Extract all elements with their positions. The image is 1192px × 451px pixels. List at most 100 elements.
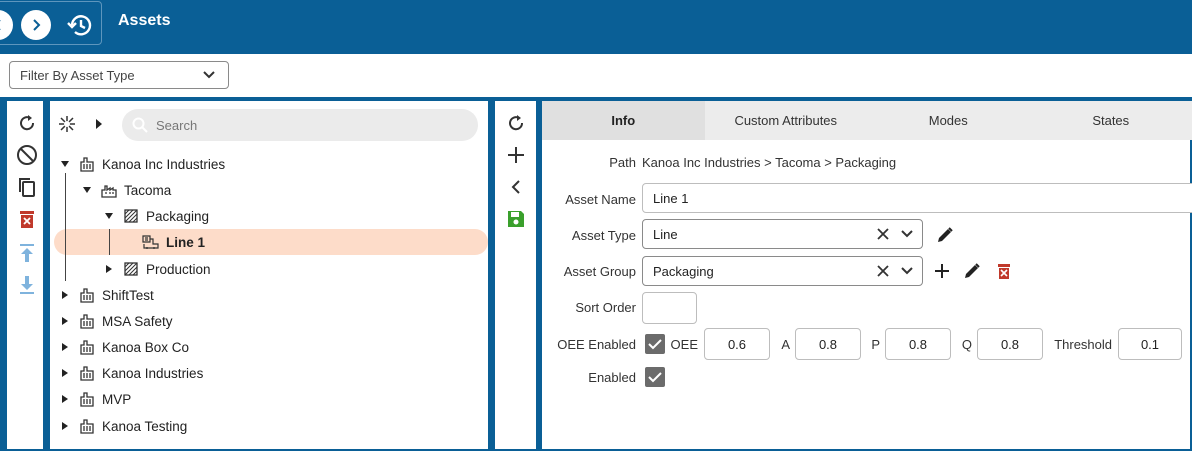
caret-right-icon[interactable] <box>58 342 72 352</box>
asset-group-value: Packaging <box>653 263 714 279</box>
asset-tree-panel: Search Kanoa Inc Industries Tacoma Packa… <box>48 99 490 451</box>
area-icon <box>122 207 140 225</box>
a-input[interactable]: 0.8 <box>795 328 861 360</box>
asset-group-label: Asset Group <box>563 264 636 279</box>
pencil-icon <box>965 263 980 278</box>
back-button[interactable] <box>0 10 13 40</box>
enabled-checkbox[interactable] <box>645 367 665 387</box>
threshold-input[interactable]: 0.1 <box>1118 328 1182 360</box>
chevron-right-icon <box>33 19 41 31</box>
caret-right-icon[interactable] <box>58 368 72 378</box>
tree-node-kanoa-industries[interactable]: Kanoa Industries <box>58 360 203 386</box>
tree-toolbar <box>5 99 45 451</box>
move-bottom-button[interactable] <box>15 273 39 297</box>
asset-details-panel: Info Custom Attributes Modes States Path… <box>540 99 1192 451</box>
move-top-button[interactable] <box>15 241 39 265</box>
asset-name-input[interactable]: Line 1 <box>642 183 1192 213</box>
top-bar: Assets <box>0 0 1192 46</box>
tab-states[interactable]: States <box>1030 101 1192 140</box>
tree-node-kanoa-box-co[interactable]: Kanoa Box Co <box>58 334 189 360</box>
refresh-icon <box>509 115 524 131</box>
delete-button[interactable] <box>15 207 39 231</box>
clear-icon[interactable] <box>876 264 890 278</box>
tree-search-input[interactable]: Search <box>122 109 478 141</box>
caret-right-icon[interactable] <box>102 264 116 274</box>
asset-name-label: Asset Name <box>565 192 636 207</box>
save-button[interactable] <box>504 207 528 231</box>
chevron-down-icon[interactable] <box>900 227 914 241</box>
asset-type-filter-select[interactable]: Filter By Asset Type <box>9 61 229 89</box>
expand-all-button[interactable] <box>58 115 76 136</box>
site-icon <box>100 181 118 199</box>
tree-node-tacoma[interactable]: Tacoma <box>80 177 171 203</box>
add-asset-button[interactable] <box>504 143 528 167</box>
enterprise-icon <box>78 312 96 330</box>
tree-node-kanoa-testing[interactable]: Kanoa Testing <box>58 413 187 439</box>
sort-order-input[interactable] <box>642 292 697 324</box>
chevron-down-icon[interactable] <box>900 264 914 278</box>
oee-enabled-checkbox[interactable] <box>645 334 665 354</box>
asset-name-value: Line 1 <box>653 190 689 206</box>
enterprise-icon <box>78 364 96 382</box>
refresh-details-button[interactable] <box>504 111 528 135</box>
tree-expand-toggle[interactable] <box>94 118 104 133</box>
tree-guide-line <box>65 173 66 281</box>
tree-node-label: Kanoa Inc Industries <box>102 156 226 172</box>
tab-custom-attributes[interactable]: Custom Attributes <box>705 101 868 140</box>
caret-down-icon[interactable] <box>102 212 116 220</box>
caret-right-icon[interactable] <box>58 290 72 300</box>
delete-asset-group-button[interactable] <box>994 261 1014 281</box>
caret-right-icon[interactable] <box>58 394 72 404</box>
tree-node-label: Kanoa Box Co <box>102 339 190 355</box>
forward-button[interactable] <box>21 10 51 40</box>
tab-info[interactable]: Info <box>542 101 705 140</box>
delete-icon <box>998 264 1010 279</box>
tree-node-label: Kanoa Industries <box>102 365 204 381</box>
tree-node-label: Line 1 <box>166 234 206 250</box>
enterprise-icon <box>78 338 96 356</box>
asset-group-select[interactable]: Packaging <box>642 256 923 286</box>
block-button[interactable] <box>15 143 39 167</box>
nav-group <box>0 1 102 45</box>
tree-node-packaging[interactable]: Packaging <box>102 203 209 229</box>
search-icon <box>132 117 148 133</box>
tab-modes[interactable]: Modes <box>867 101 1030 140</box>
caret-down-icon[interactable] <box>58 160 72 168</box>
enterprise-icon <box>78 417 96 435</box>
edit-asset-group-button[interactable] <box>962 261 982 281</box>
history-icon <box>67 15 92 36</box>
q-input[interactable]: 0.8 <box>977 328 1043 360</box>
caret-down-icon[interactable] <box>80 186 94 194</box>
refresh-tree-button[interactable] <box>15 111 39 135</box>
oee-input[interactable]: 0.6 <box>704 328 770 360</box>
chevron-left-icon <box>511 180 520 194</box>
tree-node-label: MVP <box>102 391 132 407</box>
p-input[interactable]: 0.8 <box>885 328 951 360</box>
edit-asset-type-button[interactable] <box>935 225 955 245</box>
tree-node-mvp[interactable]: MVP <box>58 386 131 412</box>
move-up-icon <box>20 244 34 262</box>
caret-right-icon[interactable] <box>58 421 72 431</box>
add-asset-group-button[interactable] <box>932 261 952 281</box>
tree-node-label: ShiftTest <box>102 287 154 303</box>
chevron-down-icon <box>203 71 215 79</box>
copy-button[interactable] <box>15 175 39 199</box>
tree-node-kanoa-inc-industries[interactable]: Kanoa Inc Industries <box>58 151 225 177</box>
asset-type-select[interactable]: Line <box>642 219 923 249</box>
tree-node-label: Tacoma <box>124 182 172 198</box>
collapse-button[interactable] <box>504 175 528 199</box>
tree-node-line-1[interactable]: Line 1 <box>142 229 205 255</box>
history-button[interactable] <box>65 10 95 40</box>
expand-all-icon <box>59 116 75 132</box>
delete-icon <box>20 211 34 228</box>
tree-node-shifttest[interactable]: ShiftTest <box>58 282 154 308</box>
block-icon <box>17 145 37 165</box>
caret-right-icon[interactable] <box>58 316 72 326</box>
a-value: 0.8 <box>818 336 838 352</box>
clear-icon[interactable] <box>876 227 890 241</box>
tree-node-production[interactable]: Production <box>102 256 211 282</box>
pencil-icon <box>938 227 953 242</box>
tree-node-msa-safety[interactable]: MSA Safety <box>58 308 173 334</box>
tree-node-label: Packaging <box>146 208 210 224</box>
path-label: Path <box>609 155 636 170</box>
